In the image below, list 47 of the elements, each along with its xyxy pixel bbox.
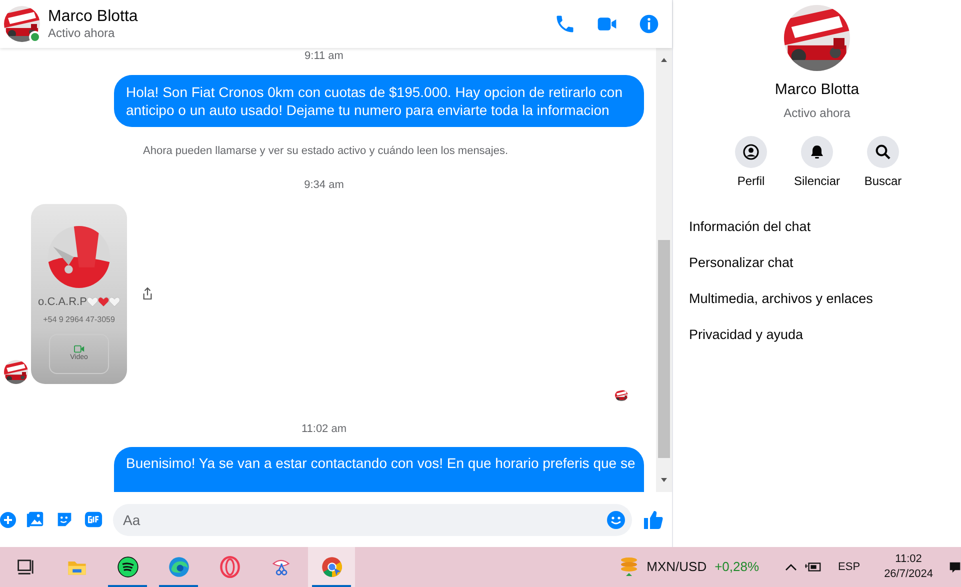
info-icon[interactable] (638, 13, 660, 35)
message-bubble: Buenisimo! Ya se van a estar contactando con vos! En que horario preferis que se (114, 447, 644, 492)
browser-wave-icon (168, 556, 190, 578)
chrome-like-icon (320, 556, 342, 578)
menu-item[interactable]: Información del chat (689, 210, 811, 246)
heart-icon (108, 296, 120, 307)
rate-change: +0,28% (714, 558, 760, 576)
emoji-icon[interactable] (606, 510, 626, 530)
bell-icon (809, 144, 825, 160)
contact-name: Marco Blotta (48, 8, 139, 26)
phone-number: +54 9 2964 47-3059 (43, 314, 115, 326)
contact-caption: o.C.A.R.P (38, 294, 87, 310)
message-bubble: Hola! Son Fiat Cronos 0km con cuotas de $195.000. Hay opcion de retirarlo con anticipo o un auto usado! Dejame tu numero para enviarte toda la informacion (114, 74, 644, 126)
contact-status: Activo ahora (48, 26, 116, 40)
menu-item[interactable]: Multimedia, archivos y enlaces (689, 282, 873, 318)
heart-icon (86, 296, 98, 307)
image-icon[interactable] (26, 510, 45, 529)
gif-icon[interactable] (84, 510, 103, 529)
timestamp: 9:34 am (304, 178, 344, 193)
message-input[interactable]: Aa (113, 504, 632, 536)
thumbs-up-icon[interactable] (642, 508, 664, 530)
battery-icon[interactable] (805, 561, 822, 573)
timestamp: 9:11 am (304, 49, 344, 64)
timestamp: 11:02 am (301, 422, 347, 436)
search-icon (875, 144, 891, 160)
plus-icon[interactable] (0, 512, 16, 528)
menu-item[interactable]: Privacidad y ayuda (689, 318, 804, 354)
sticker-icon[interactable] (55, 510, 74, 529)
clock[interactable]: 11:02 26/7/2024 (884, 552, 933, 582)
ring-browser-icon (218, 556, 240, 578)
chevron-up-icon[interactable] (785, 563, 798, 571)
search-action[interactable]: Buscar (862, 136, 904, 190)
input-language[interactable]: ESP (838, 558, 860, 576)
person-circle-icon (743, 144, 759, 160)
profile-status: Activo ahora (784, 104, 850, 122)
music-app-icon (116, 556, 138, 578)
currency-pair: MXN/USD (646, 558, 707, 576)
share-icon[interactable] (142, 287, 153, 300)
notification-icon[interactable] (949, 560, 961, 574)
bell-action[interactable]: Silenciar (796, 136, 838, 190)
phone-icon[interactable] (554, 13, 576, 35)
profile-name: Marco Blotta (774, 80, 860, 100)
heart-icon (98, 296, 109, 307)
video-camera-icon (74, 344, 84, 353)
system-notice: Ahora pueden llamarse y ver su estado activo y cuándo leen los mensajes. (143, 144, 510, 158)
profile-action[interactable]: Perfil (730, 136, 772, 190)
menu-item[interactable]: Personalizar chat (689, 246, 794, 282)
